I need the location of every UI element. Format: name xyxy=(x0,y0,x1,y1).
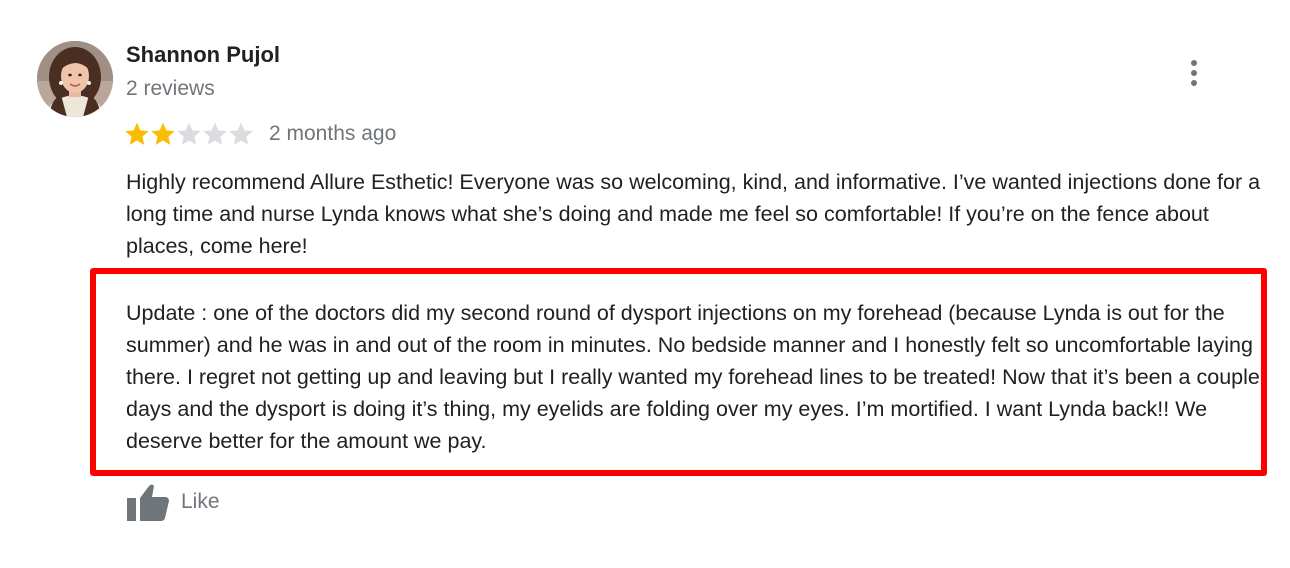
star-empty-icon xyxy=(203,122,227,145)
more-vertical-icon-dot xyxy=(1191,70,1197,76)
like-button[interactable]: Like xyxy=(126,482,220,522)
star-filled-icon xyxy=(151,122,175,145)
more-vertical-icon-dot xyxy=(1191,60,1197,66)
star-filled-icon xyxy=(125,122,149,145)
like-label: Like xyxy=(181,490,220,513)
review-date: 2 months ago xyxy=(269,122,397,145)
review-text-update-paragraph: Update : one of the doctors did my secon… xyxy=(126,301,1260,453)
star-empty-icon xyxy=(177,122,201,145)
reviewer-review-count: 2 reviews xyxy=(126,77,215,100)
more-options-button[interactable] xyxy=(1180,56,1208,90)
star-empty-icon xyxy=(229,122,253,145)
more-vertical-icon-dot xyxy=(1191,80,1197,86)
star-rating xyxy=(124,121,254,147)
reviewer-name[interactable]: Shannon Pujol xyxy=(126,42,280,68)
review-text-paragraph: Highly recommend Allure Esthetic! Everyo… xyxy=(126,170,1261,258)
avatar-photo xyxy=(37,41,113,117)
reviewer-avatar[interactable] xyxy=(37,41,113,117)
rating-row: 2 months ago xyxy=(124,118,396,150)
thumbs-up-icon xyxy=(127,484,169,521)
